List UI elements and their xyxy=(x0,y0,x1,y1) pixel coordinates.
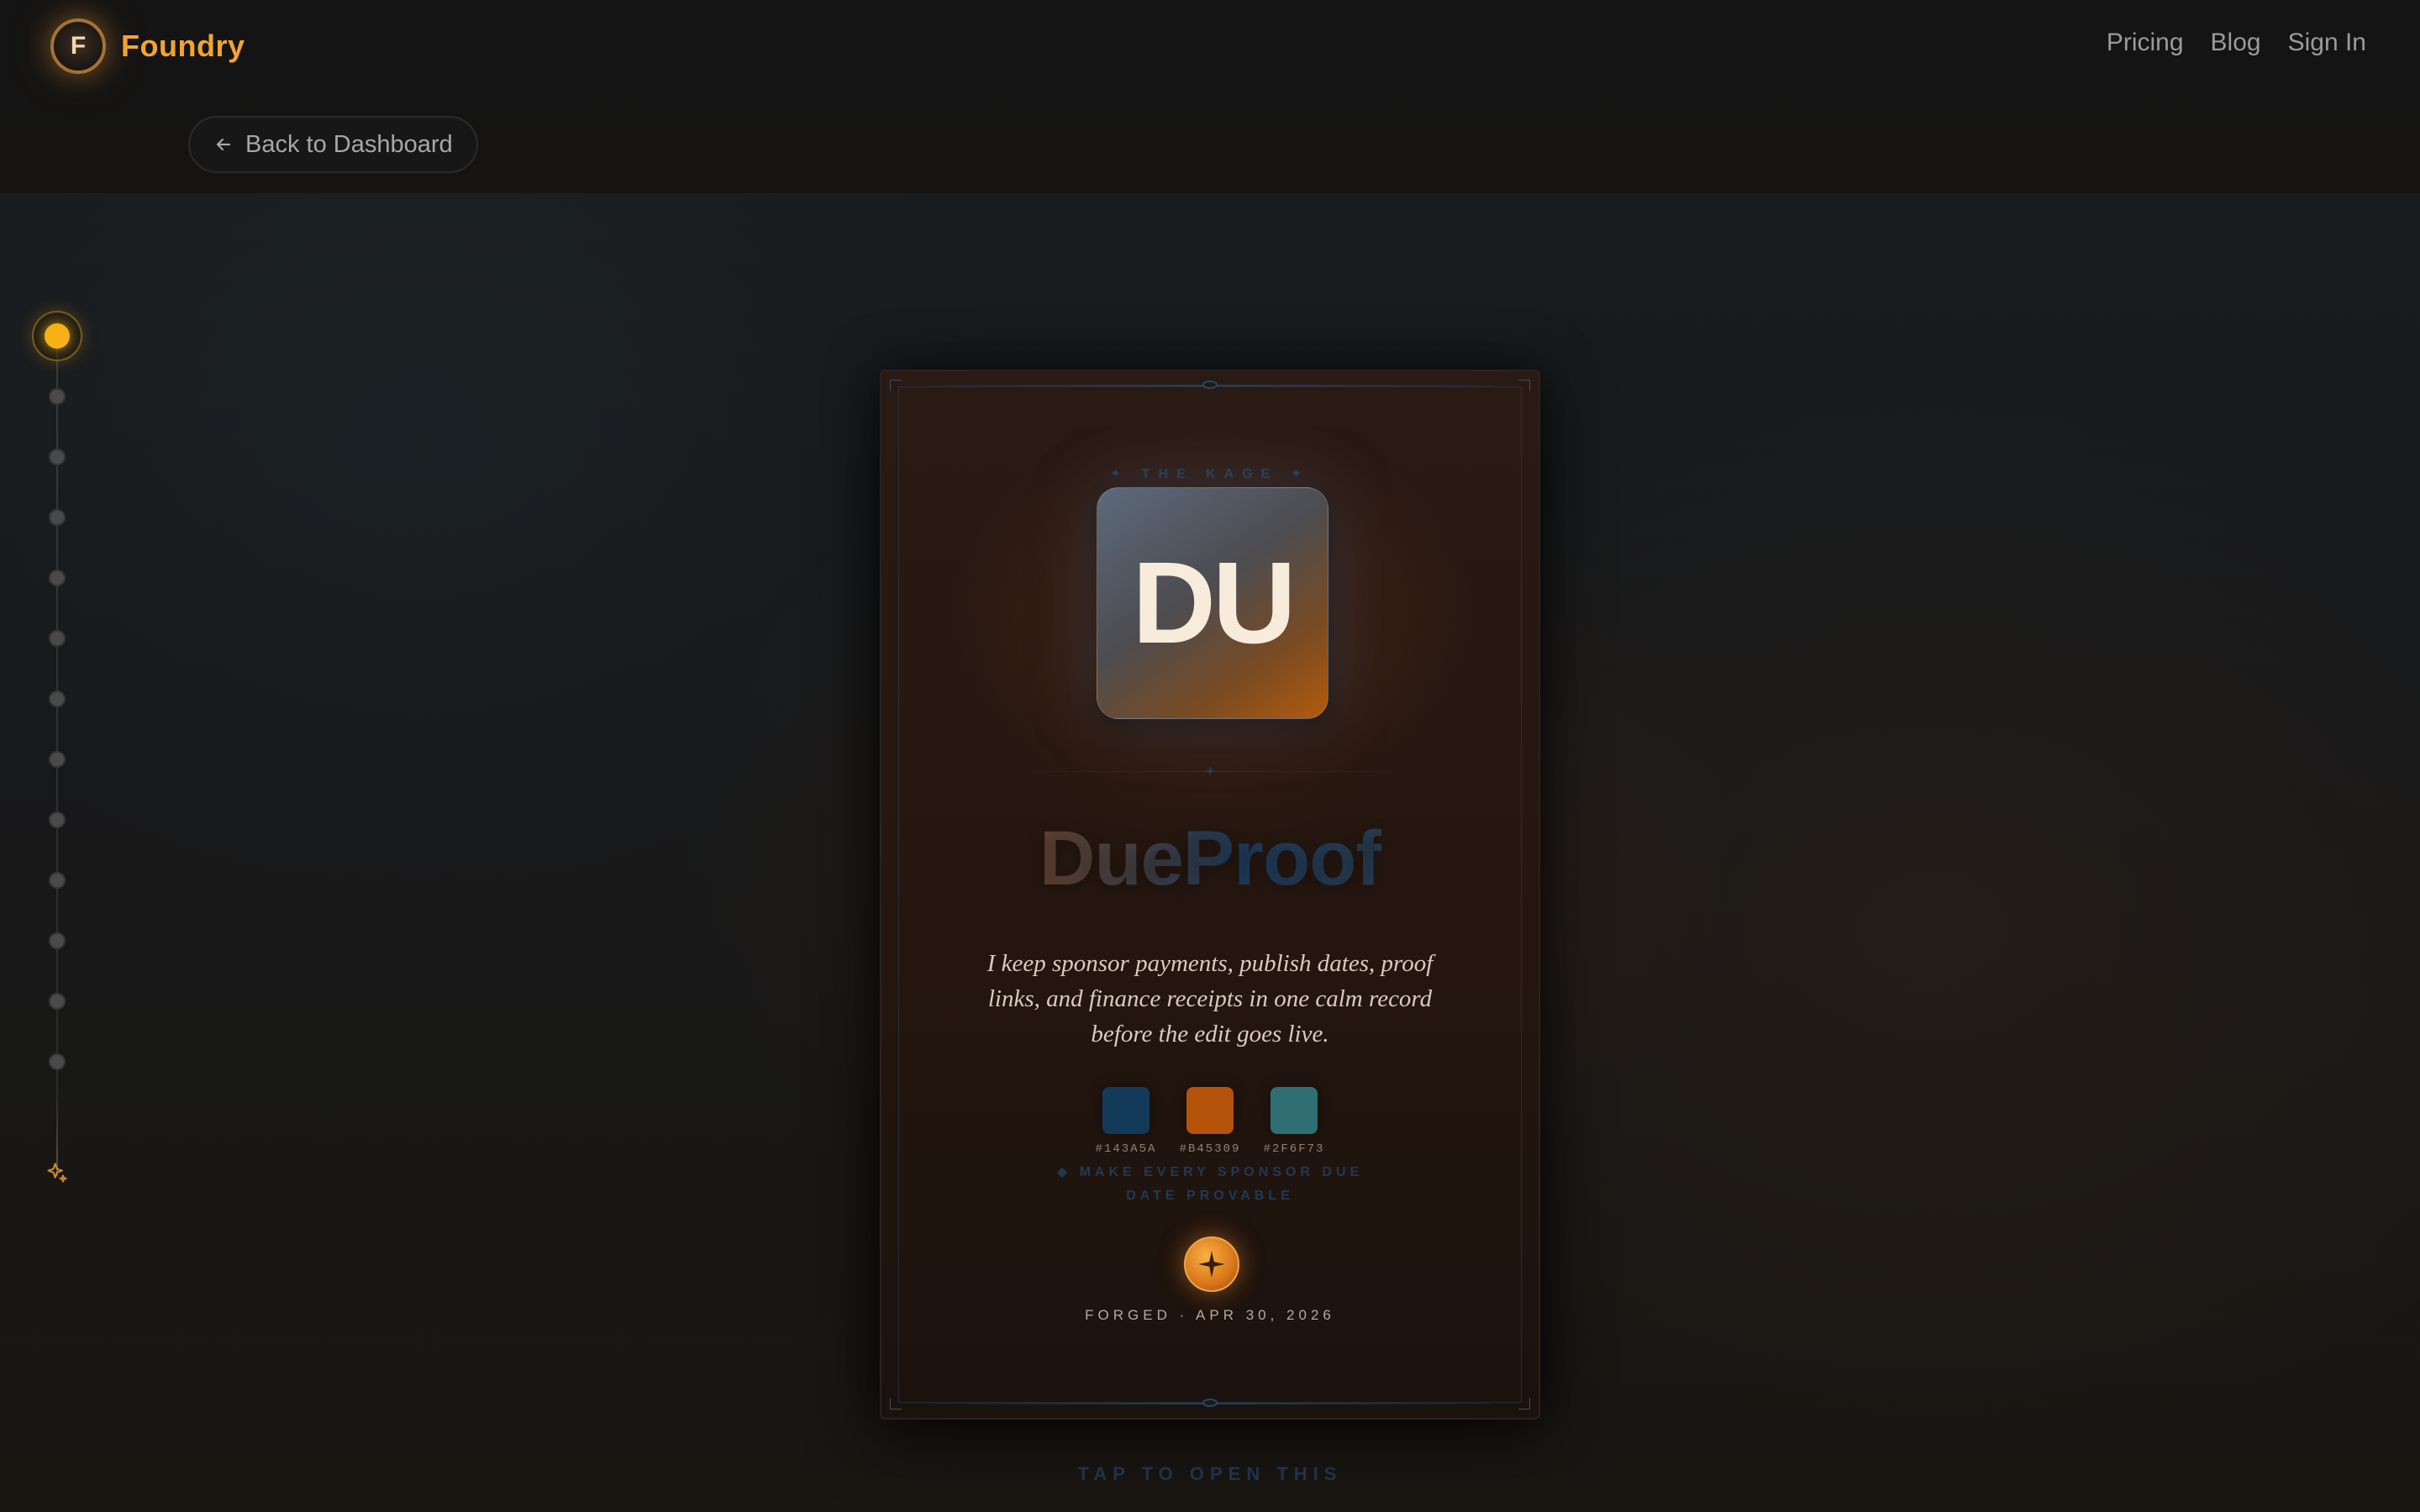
step-7[interactable] xyxy=(49,690,66,707)
card-top-rule xyxy=(929,381,1491,389)
step-8[interactable] xyxy=(49,751,66,768)
monogram-tile: DU xyxy=(1097,487,1328,719)
divider-star-icon xyxy=(1205,766,1215,776)
corner-tr xyxy=(1518,380,1530,391)
swatch-label: #B45309 xyxy=(1179,1142,1241,1156)
step-9[interactable] xyxy=(49,811,66,828)
step-6[interactable] xyxy=(49,630,66,647)
swatch-navy[interactable] xyxy=(1102,1087,1150,1134)
step-rail xyxy=(32,311,82,1201)
forge-seal xyxy=(1184,1236,1239,1292)
back-label: Back to Dashboard xyxy=(245,130,453,158)
back-to-dashboard-button[interactable]: Back to Dashboard xyxy=(188,116,478,173)
swatch-label: #143A5A xyxy=(1095,1142,1157,1156)
swatch-teal[interactable] xyxy=(1270,1087,1318,1134)
brand-logo[interactable]: F Foundry xyxy=(50,18,245,74)
active-step-dot xyxy=(45,323,70,349)
step-12[interactable] xyxy=(49,993,66,1010)
product-name: DueProof xyxy=(881,815,1539,903)
step-1-active[interactable] xyxy=(32,311,82,361)
product-card[interactable]: ✦ THE KAGE ✦ DU DueProof I keep sponsor … xyxy=(880,370,1540,1420)
swatch-item: #2F6F73 xyxy=(1264,1087,1323,1156)
nav-pricing-link[interactable]: Pricing xyxy=(2107,29,2184,57)
arrow-left-icon xyxy=(216,138,231,151)
card-eyebrow: ✦ THE KAGE ✦ xyxy=(1109,467,1311,481)
top-header: F Foundry Pricing Blog Sign In Back to D… xyxy=(0,0,2420,193)
step-3[interactable] xyxy=(49,449,66,465)
product-tagline: I keep sponsor payments, publish dates, … xyxy=(986,950,1434,1047)
step-11[interactable] xyxy=(49,932,66,949)
swatch-item: #143A5A xyxy=(1096,1087,1155,1156)
swatch-amber[interactable] xyxy=(1186,1087,1234,1134)
card-motto: ◆ MAKE EVERY SPONSOR DUE DATE PROVABLE xyxy=(1056,1165,1364,1203)
corner-tl xyxy=(890,380,902,391)
step-2[interactable] xyxy=(49,388,66,405)
nav-sign-in-link[interactable]: Sign In xyxy=(2288,29,2366,57)
tap-to-open-hint[interactable]: TAP TO OPEN THIS xyxy=(0,1463,2420,1485)
step-13[interactable] xyxy=(49,1053,66,1070)
logo-badge: F xyxy=(50,18,106,74)
sparkle-icon[interactable] xyxy=(45,1161,69,1184)
forged-date: FORGED · APR 30, 2026 xyxy=(1085,1307,1335,1323)
swatch-label: #2F6F73 xyxy=(1263,1142,1325,1156)
top-nav: Pricing Blog Sign In xyxy=(2107,29,2366,57)
corner-br xyxy=(1518,1398,1530,1410)
nav-blog-link[interactable]: Blog xyxy=(2211,29,2261,57)
step-10[interactable] xyxy=(49,872,66,889)
swatch-item: #B45309 xyxy=(1180,1087,1239,1156)
card-bottom-rule xyxy=(929,1399,1491,1407)
four-point-star-icon xyxy=(1198,1251,1225,1278)
corner-bl xyxy=(890,1398,902,1410)
step-5[interactable] xyxy=(49,570,66,586)
brand-name: Foundry xyxy=(121,29,245,63)
page: F Foundry Pricing Blog Sign In Back to D… xyxy=(0,0,2420,1512)
bottom-ornament xyxy=(1202,1399,1218,1407)
top-ornament xyxy=(1202,381,1218,389)
color-swatches: #143A5A #B45309 #2F6F73 xyxy=(881,1087,1539,1156)
step-4[interactable] xyxy=(49,509,66,526)
